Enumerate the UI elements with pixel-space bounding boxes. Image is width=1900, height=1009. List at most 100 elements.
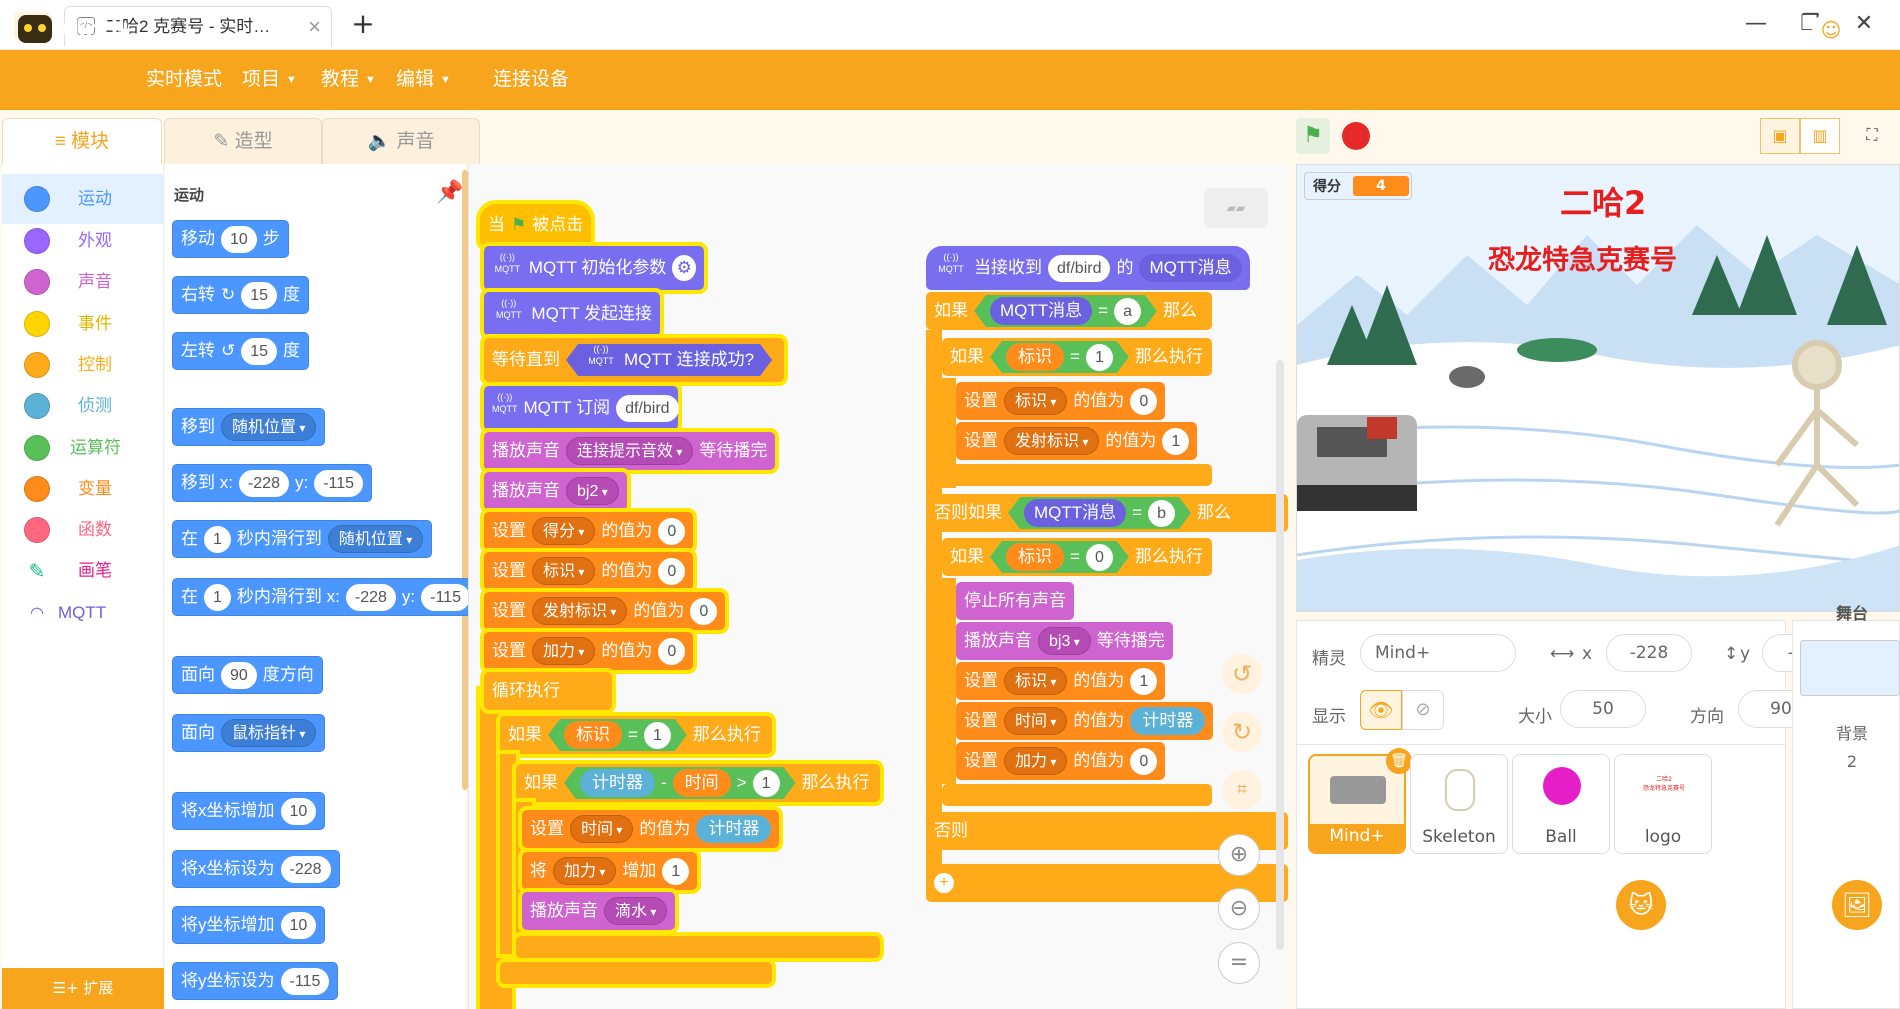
variable-dropdown[interactable]: 得分 xyxy=(532,517,596,545)
size-input[interactable]: 50 xyxy=(1560,690,1646,728)
green-flag-icon[interactable]: ⚑ xyxy=(1296,118,1330,154)
block-if-flag-1[interactable]: 如果 标识 = 1 那么执行 xyxy=(942,338,1212,376)
redo-icon[interactable]: ↻ xyxy=(1222,712,1262,752)
hat-when-flag-clicked[interactable]: 当 ⚑ 被点击 xyxy=(480,204,592,246)
sound-dropdown[interactable]: 连接提示音效 xyxy=(566,437,694,465)
block-turn-left[interactable]: 左转 ↺ 15 度 xyxy=(172,332,310,370)
variable-dropdown[interactable]: 时间 xyxy=(1004,707,1068,735)
sound-dropdown[interactable]: bj3 xyxy=(1038,627,1091,655)
variable-dropdown[interactable]: 标识 xyxy=(532,557,596,585)
value-input[interactable]: b xyxy=(1148,500,1175,527)
settings-gear-icon[interactable]: ⚙ xyxy=(1862,10,1898,50)
block-change-x[interactable]: 将x坐标增加 10 xyxy=(172,792,326,830)
number-input[interactable]: 10 xyxy=(221,225,257,253)
value-input[interactable]: 0 xyxy=(1130,387,1158,415)
block-stop-all-sounds[interactable]: 停止所有声音 xyxy=(956,582,1074,620)
dropdown[interactable]: 鼠标指针 xyxy=(221,719,317,747)
sprite-name-input[interactable]: Mind+ xyxy=(1360,634,1516,672)
value-input[interactable]: 1 xyxy=(644,722,671,749)
sprite-card-ball[interactable]: Ball xyxy=(1512,754,1610,854)
block-change-power[interactable]: 将加力增加 1 xyxy=(522,852,698,890)
mqtt-message-reporter[interactable]: MQTT消息 xyxy=(990,297,1092,325)
robot-assistant-icon[interactable]: ☺ xyxy=(1812,12,1850,48)
sprite-card-logo[interactable]: 二哈2 恐龙特急克赛号 logo xyxy=(1614,754,1712,854)
greater-than-condition[interactable]: 计时器 - 时间 >1 xyxy=(564,767,796,799)
value-input[interactable]: 1 xyxy=(1086,344,1113,371)
normal-stage-icon[interactable]: ▥ xyxy=(1800,118,1840,154)
block-mqtt-init[interactable]: ((·)) MQTT MQTT 初始化参数 ⚙ xyxy=(484,246,704,290)
topic-input[interactable]: df/bird xyxy=(1048,254,1111,282)
undo-icon[interactable]: ↺ xyxy=(1222,654,1262,694)
hide-eye-icon[interactable]: ⊘ xyxy=(1402,690,1444,730)
number-input[interactable]: -228 xyxy=(345,583,396,611)
value-input[interactable]: 1 xyxy=(662,857,690,885)
variable-dropdown[interactable]: 发射标识 xyxy=(532,597,628,625)
block-if-timer[interactable]: 如果 计时器 - 时间 >1 那么执行 xyxy=(516,764,880,802)
small-stage-icon[interactable]: ▣ xyxy=(1760,118,1800,154)
timer-reporter[interactable]: 计时器 xyxy=(580,769,655,797)
add-backdrop-icon[interactable]: 🖼 xyxy=(1832,880,1882,930)
block-set-power-0[interactable]: 设置加力的值为 0 xyxy=(956,742,1166,780)
stage-thumbnail[interactable] xyxy=(1800,640,1900,696)
variable-reporter[interactable]: 标识 xyxy=(1006,343,1064,371)
value-input[interactable]: 1 xyxy=(753,770,780,797)
sound-dropdown[interactable]: bj2 xyxy=(566,477,619,505)
variable-dropdown[interactable]: 加力 xyxy=(553,857,617,885)
block-else-if-msg-b[interactable]: 否则如果 MQTT消息 = b 那么 xyxy=(926,494,1288,532)
number-input[interactable]: 10 xyxy=(280,797,317,825)
block-set-time-timer[interactable]: 设置时间的值为计时器 xyxy=(956,702,1214,740)
block-goto-xy[interactable]: 移到 x: -228 y: -115 xyxy=(172,464,373,502)
variable-reporter[interactable]: 标识 xyxy=(564,721,622,749)
equals-condition[interactable]: 标识 = 1 xyxy=(548,719,687,751)
number-input[interactable]: 1 xyxy=(204,583,231,611)
dropdown[interactable]: 随机位置 xyxy=(327,525,424,553)
equals-condition[interactable]: MQTT消息 = a xyxy=(974,295,1157,327)
block-set-time[interactable]: 设置时间的值为计时器 xyxy=(522,810,780,848)
extension-button[interactable]: ☰+ 扩展 xyxy=(2,968,164,1009)
timer-reporter[interactable]: 计时器 xyxy=(1130,707,1206,735)
block-turn-right[interactable]: 右转 ↻ 15 度 xyxy=(172,276,310,314)
delete-icon[interactable]: 🗑 xyxy=(1386,748,1412,774)
menu-realtime[interactable]: 实时模式 xyxy=(146,50,222,110)
add-sprite-icon[interactable]: 🐱 xyxy=(1616,880,1666,930)
number-input[interactable]: -115 xyxy=(314,469,364,497)
block-set-power[interactable]: 设置加力的值为 0 xyxy=(484,632,694,670)
fullscreen-icon[interactable]: ⛶ xyxy=(1852,118,1892,154)
hat-when-mqtt-received[interactable]: ((·)) MQTT 当接收到 df/bird 的 MQTT消息 xyxy=(926,246,1250,290)
number-input[interactable]: -115 xyxy=(421,583,470,611)
block-mqtt-subscribe[interactable]: ((·)) MQTT MQTT 订阅 df/bird xyxy=(484,386,679,430)
menu-connect-device[interactable]: 连接设备 xyxy=(493,50,569,110)
value-input[interactable]: 1 xyxy=(1162,427,1190,455)
variable-dropdown[interactable]: 加力 xyxy=(532,637,596,665)
tab-blocks[interactable]: ≡ 模块 xyxy=(2,118,162,164)
menu-project[interactable]: 项目 ▼ xyxy=(242,50,297,110)
close-tab-icon[interactable]: × xyxy=(308,7,321,47)
block-play-sound[interactable]: 播放声音 bj2 xyxy=(484,472,627,510)
block-set-y[interactable]: 将y坐标设为 -115 xyxy=(172,962,339,1000)
add-branch-icon[interactable]: + xyxy=(934,873,954,893)
block-wait-until[interactable]: 等待直到 ((·)) MQTT MQTT 连接成功? xyxy=(484,338,784,382)
block-set-x[interactable]: 将x坐标设为 -228 xyxy=(172,850,340,888)
block-if-flag-0[interactable]: 如果 标识 = 0 那么执行 xyxy=(942,538,1212,576)
value-input[interactable]: 0 xyxy=(690,597,718,625)
block-glide-to[interactable]: 在 1 秒内滑行到 随机位置 xyxy=(172,520,433,558)
block-mqtt-connect[interactable]: ((·)) MQTT MQTT 发起连接 xyxy=(484,292,660,336)
number-input[interactable]: -228 xyxy=(238,469,289,497)
topic-input[interactable]: df/bird xyxy=(616,394,679,422)
mqtt-connected-condition[interactable]: ((·)) MQTT MQTT 连接成功? xyxy=(566,344,772,376)
equals-condition[interactable]: 标识 = 1 xyxy=(990,341,1129,373)
value-input[interactable]: 0 xyxy=(658,557,686,585)
sprite-card-mindplus[interactable]: Mind+ 🗑 xyxy=(1308,748,1412,854)
value-input[interactable]: 0 xyxy=(658,637,686,665)
score-monitor[interactable]: 得分 4 xyxy=(1304,172,1412,200)
zoom-reset-icon[interactable]: = xyxy=(1218,942,1260,984)
number-input[interactable]: -228 xyxy=(280,855,331,883)
block-move-steps[interactable]: 移动 10 步 xyxy=(172,220,289,258)
sprite-card-skeleton[interactable]: Skeleton xyxy=(1410,754,1508,854)
block-set-fire-flag[interactable]: 设置发射标识的值为 0 xyxy=(484,592,726,630)
menu-edit[interactable]: 编辑 ▼ xyxy=(396,50,451,110)
dropdown[interactable]: 随机位置 xyxy=(221,413,317,441)
tab-costumes[interactable]: ✎ 造型 xyxy=(164,118,322,164)
stage-canvas[interactable] xyxy=(1296,164,1900,612)
block-point-towards[interactable]: 面向 鼠标指针 xyxy=(172,714,326,752)
